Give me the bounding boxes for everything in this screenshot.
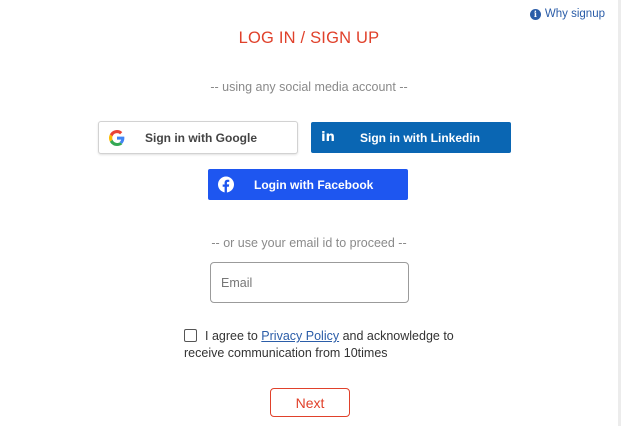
info-icon: i: [529, 8, 541, 20]
facebook-login-label: Login with Facebook: [254, 177, 374, 192]
google-signin-label: Sign in with Google: [145, 130, 257, 145]
next-button[interactable]: Next: [270, 388, 350, 417]
linkedin-signin-label: Sign in with Linkedin: [360, 130, 480, 145]
consent-text-after: and acknowledge to: [339, 329, 454, 343]
consent-line-2: receive communication from 10times: [184, 346, 388, 360]
why-signup-label: Why signup: [544, 8, 605, 20]
consent-line-1: I agree to Privacy Policy and acknowledg…: [184, 328, 474, 345]
consent-text-before: I agree to: [205, 329, 262, 343]
email-field[interactable]: [210, 262, 409, 303]
email-subtitle: -- or use your email id to proceed --: [211, 236, 407, 250]
facebook-login-button[interactable]: Login with Facebook: [208, 169, 408, 200]
google-signin-button[interactable]: Sign in with Google: [98, 121, 298, 154]
consent-block: I agree to Privacy Policy and acknowledg…: [184, 328, 474, 362]
consent-checkbox[interactable]: [184, 329, 197, 342]
linkedin-signin-button[interactable]: in Sign in with Linkedin: [311, 122, 511, 153]
social-subtitle: -- using any social media account --: [210, 80, 408, 94]
why-signup-link[interactable]: i Why signup: [529, 8, 605, 20]
page-title: LOG IN / SIGN UP: [238, 29, 380, 47]
facebook-icon: [218, 176, 234, 193]
privacy-policy-link[interactable]: Privacy Policy: [261, 329, 339, 343]
linkedin-icon: in: [321, 130, 335, 145]
google-icon: [109, 129, 125, 146]
